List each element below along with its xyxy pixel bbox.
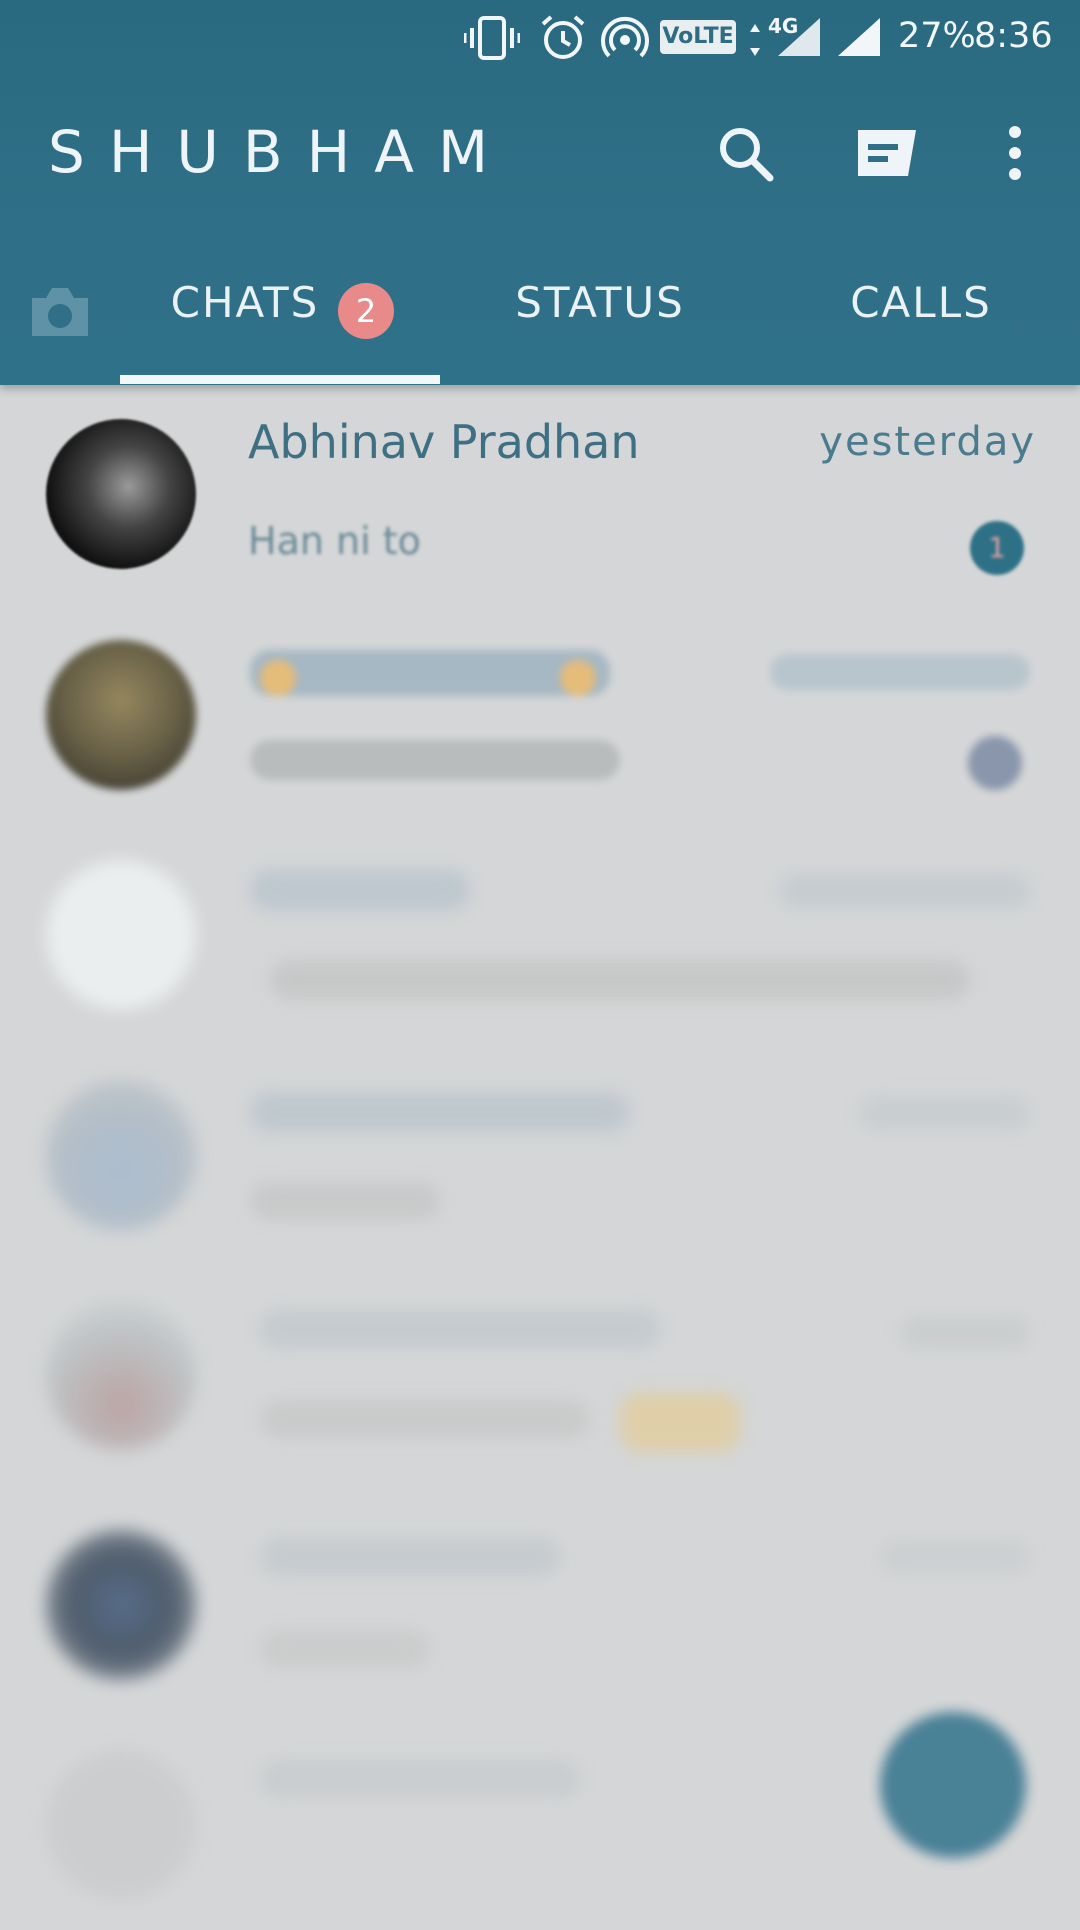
emoji-blurred <box>260 660 296 696</box>
chat-list: Abhinav Pradhan yesterday Han ni to 1 <box>0 385 1080 1920</box>
avatar[interactable] <box>46 1750 196 1900</box>
tab-chats-label: CHATS <box>170 278 320 327</box>
emoji-blurred <box>620 1392 740 1452</box>
avatar[interactable] <box>46 1080 196 1230</box>
new-chat-icon[interactable] <box>852 118 922 188</box>
status-bar: VoLTE 4G 27% 8:36 <box>0 0 1080 76</box>
chat-name: Abhinav Pradhan <box>248 415 640 469</box>
chat-preview-blurred <box>250 740 620 780</box>
chat-time-blurred <box>880 1540 1030 1574</box>
chat-row[interactable] <box>0 1490 1080 1710</box>
avatar[interactable] <box>46 1300 196 1450</box>
chat-time: yesterday <box>819 419 1036 465</box>
avatar[interactable] <box>46 419 196 569</box>
chat-row[interactable]: Abhinav Pradhan yesterday Han ni to 1 <box>0 385 1080 605</box>
chat-time-blurred <box>900 1316 1030 1350</box>
chat-name-blurred <box>260 1760 580 1798</box>
chat-preview-blurred <box>260 1400 590 1438</box>
new-chat-fab[interactable] <box>880 1712 1026 1858</box>
chats-unread-badge: 2 <box>338 283 394 339</box>
chat-preview-blurred <box>260 1630 430 1668</box>
chat-preview-blurred <box>250 1182 440 1220</box>
chat-preview-blurred <box>270 960 970 1000</box>
chat-name-blurred <box>260 1310 660 1348</box>
chat-time-blurred <box>860 1096 1030 1130</box>
avatar[interactable] <box>46 1530 196 1680</box>
camera-icon[interactable] <box>28 284 92 340</box>
tab-calls-label: CALLS <box>850 278 992 327</box>
avatar[interactable] <box>46 640 196 790</box>
network-4g-icon <box>750 24 760 56</box>
signal-4g-icon <box>778 18 820 56</box>
chat-time-blurred <box>770 654 1030 690</box>
unread-count-badge: 1 <box>970 521 1024 575</box>
chat-name-blurred <box>250 1092 630 1132</box>
signal-icon <box>838 18 880 56</box>
chat-preview: Han ni to <box>248 519 421 563</box>
app-bar: VoLTE 4G 27% 8:36 SHUBHAM CHATS 2 STATUS… <box>0 0 1080 385</box>
vibrate-icon <box>464 16 520 60</box>
chat-name-blurred <box>250 650 610 696</box>
chat-name-blurred <box>250 870 470 910</box>
search-icon[interactable] <box>710 118 780 188</box>
avatar[interactable] <box>46 860 196 1010</box>
alarm-icon <box>541 15 585 59</box>
selected-tab-indicator <box>120 375 440 384</box>
more-options-icon[interactable] <box>990 118 1040 188</box>
tab-status[interactable]: STATUS <box>500 278 700 338</box>
chat-row[interactable] <box>0 1270 1080 1490</box>
clock: 8:36 <box>974 16 1053 56</box>
chat-row[interactable] <box>0 610 1080 830</box>
battery-level: 27% <box>898 16 976 56</box>
chat-row[interactable] <box>0 1050 1080 1270</box>
emoji-blurred <box>560 660 596 696</box>
tab-status-label: STATUS <box>515 278 685 327</box>
tab-calls[interactable]: CALLS <box>836 278 1006 338</box>
unread-count-badge <box>968 736 1022 790</box>
app-title: SHUBHAM <box>48 118 513 186</box>
tab-chats[interactable]: CHATS <box>160 278 330 338</box>
chat-row[interactable] <box>0 830 1080 1050</box>
chat-name-blurred <box>260 1538 560 1576</box>
volte-badge: VoLTE <box>660 20 736 54</box>
hotspot-icon <box>601 16 649 58</box>
chat-time-blurred <box>780 874 1030 908</box>
